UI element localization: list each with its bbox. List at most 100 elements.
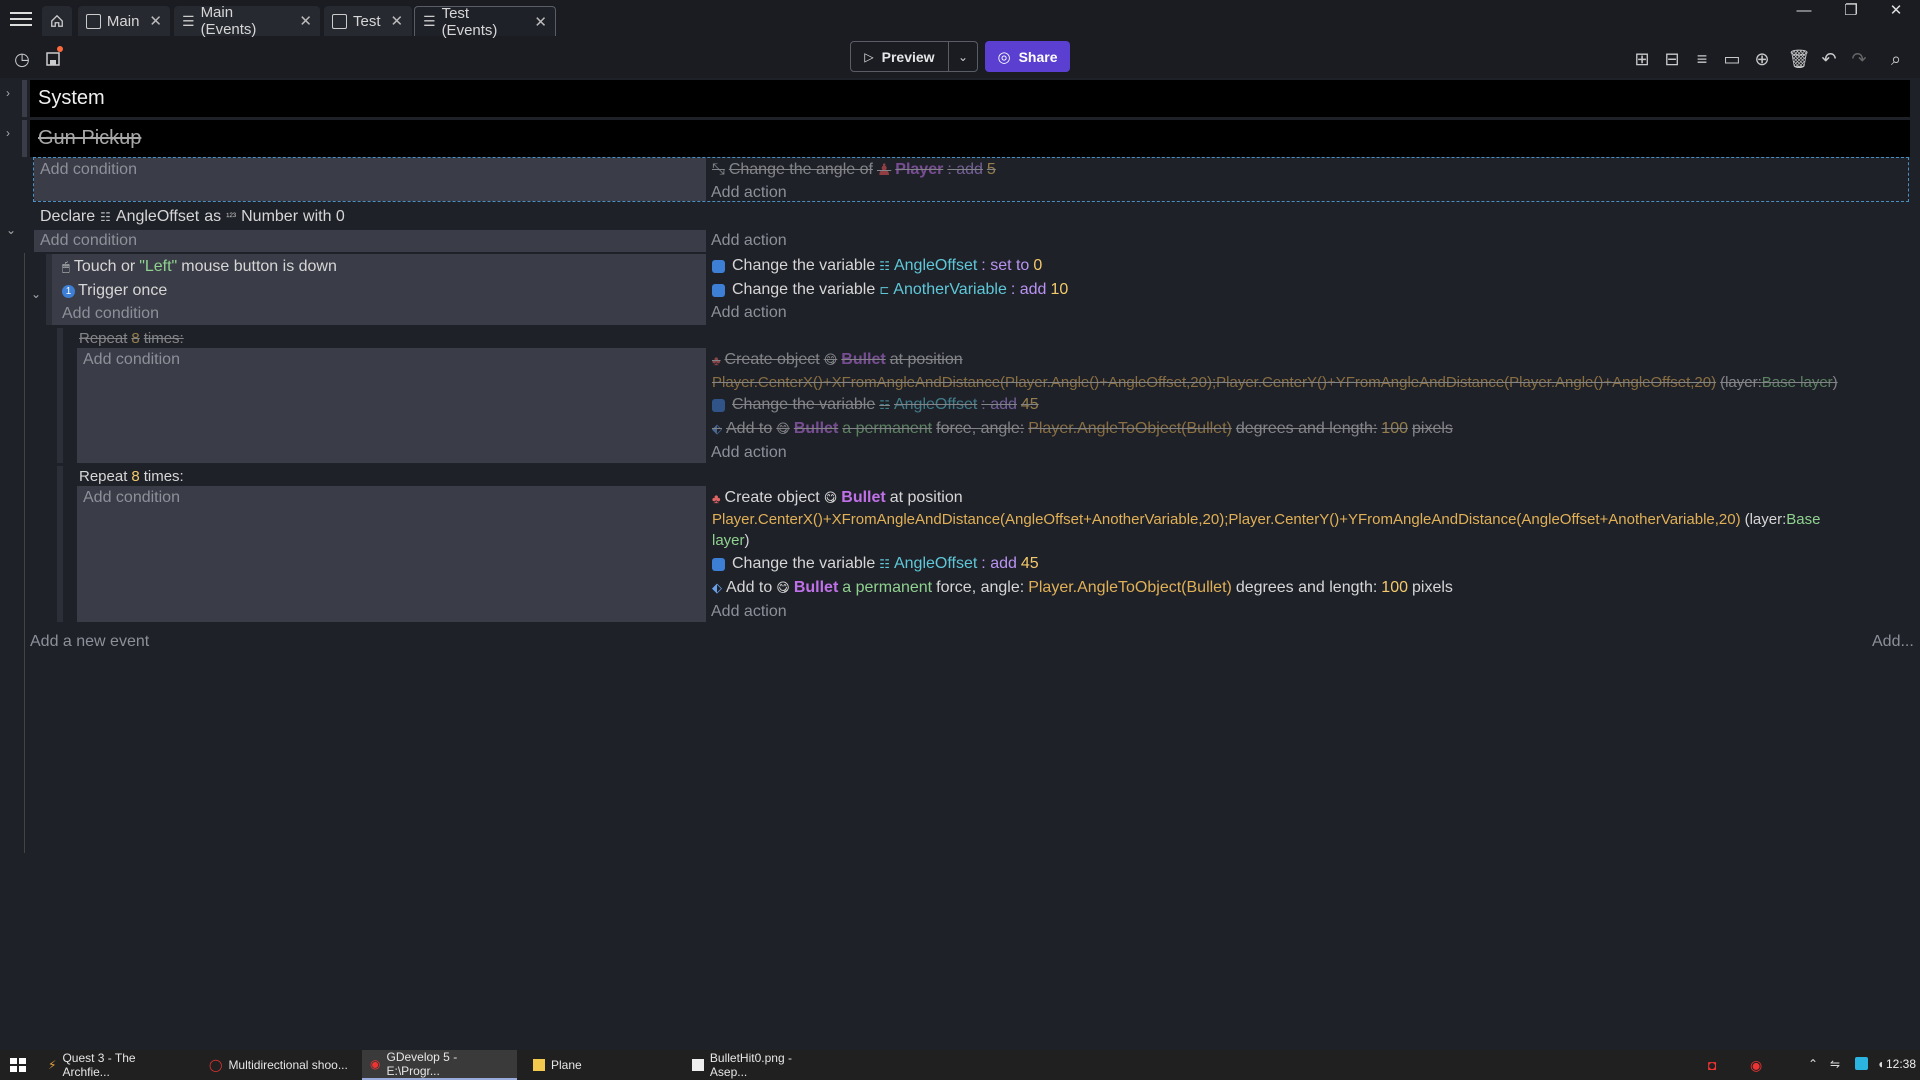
add-action-link[interactable]: Add action [711,183,787,203]
action-position-expression-cont[interactable]: layer ) [712,530,750,550]
layer-suffix: ) [744,531,750,549]
action-create-object[interactable]: ♣ Create object 😋 Bullet at position [712,488,963,508]
preview-main[interactable]: ▷ Preview [851,49,948,65]
tray-gdevelop-icon[interactable]: ◉ [1750,1057,1762,1074]
add-event-icon[interactable]: ⊞ [1629,46,1655,72]
taskbar-item[interactable]: ⚡ Quest 3 - The Archfie... [40,1050,192,1080]
group-header-gun-pickup[interactable]: Gun Pickup [30,120,1910,157]
variable-action-icon [712,283,725,297]
add-action-link[interactable]: Add action [711,443,787,463]
action-add-force[interactable]: ⬖ Add to 😋 Bullet a permanent force, ang… [712,419,1453,439]
collapse-chevron-icon[interactable]: › [6,86,10,100]
action-create-object[interactable]: ♣ Create object 😋 Bullet at position [712,350,963,370]
history-icon[interactable]: ◷ [9,46,35,72]
add-condition-link[interactable]: Add condition [40,231,137,251]
add-action-link[interactable]: Add action [711,602,787,622]
preview-dropdown-chevron-icon[interactable]: ⌄ [948,42,977,71]
preview-button[interactable]: ▷ Preview ⌄ [850,41,978,72]
repeat-header[interactable]: Repeat 8 times: [79,466,184,486]
action-text: force, angle: [936,420,1025,437]
repeat-header-disabled[interactable]: Repeat 8 times: [79,328,184,348]
save-icon[interactable] [40,46,66,72]
force-type: a permanent [842,579,933,596]
tab-label: Main (Events) [200,4,257,38]
windows-start-icon[interactable] [10,1058,26,1072]
tab-main[interactable]: Main ✕ [78,6,170,36]
close-icon[interactable]: ✕ [299,12,312,30]
object-name: Bullet [793,579,839,596]
close-icon[interactable]: ✕ [391,12,404,30]
repeat-count: 8 [131,329,140,347]
collapse-chevron-down-icon[interactable]: ⌄ [6,223,16,237]
action-text: Change the variable [732,281,876,298]
add-subevent-icon[interactable]: ⊟ [1659,46,1685,72]
collapse-chevron-down-icon[interactable]: ⌄ [31,287,41,301]
layer-name: Base layer [1761,373,1833,391]
add-action-link[interactable]: Add action [711,303,787,323]
window-close-icon[interactable]: ✕ [1876,0,1916,24]
tab-label: Main [106,12,140,30]
add-more-icon[interactable]: ⊕ [1749,46,1775,72]
variable-action-icon [712,259,725,273]
play-icon: ▷ [864,49,874,64]
action-text: degrees and length: [1235,579,1378,596]
declare-variable[interactable]: Declare ☷ AngleOffset as ¹²³ Number with… [40,207,345,227]
restore-icon[interactable]: ❐ [1831,0,1871,24]
player-sprite-icon: ♟ [876,162,892,179]
add-action-link[interactable]: Add action [711,231,787,251]
tab-main-events[interactable]: ☰ Main (Events) ✕ [174,4,320,38]
action-text: Change the variable [732,257,876,274]
browser-icon: ◯ [209,1058,223,1072]
tab-test-events[interactable]: ☰ Test (Events) ✕ [414,5,556,39]
hamburger-menu-icon[interactable] [10,10,32,28]
close-icon[interactable]: ✕ [534,13,547,31]
action-add-force[interactable]: ⬖ Add to 😋 Bullet a permanent force, ang… [712,578,1453,598]
taskbar-item-active[interactable]: ◉ GDevelop 5 - E:\Progr... [362,1050,517,1080]
action-position-expression[interactable]: Player.CenterX()+XFromAngleAndDistance(P… [712,372,1838,392]
action-text: Change the variable [732,555,876,572]
collapse-chevron-icon[interactable]: › [6,126,10,140]
action-set-variable[interactable]: Change the variable ☷ AngleOffset : set … [712,256,1042,276]
delete-icon[interactable]: 🗑 [1786,46,1812,72]
tray-app2-icon[interactable] [1855,1057,1868,1070]
share-label: Share [1018,48,1058,65]
tray-volume-icon[interactable]: ◖ [1877,1057,1884,1071]
condition-mouse-down[interactable]: 🖱 Touch or "Left" mouse button is down [62,257,337,277]
taskbar-item[interactable]: ◯ Multidirectional shoo... [201,1050,356,1080]
search-icon[interactable]: ⌕ [1883,46,1909,72]
tray-app-icon[interactable]: ◘ [1708,1057,1716,1073]
clock[interactable]: 12:38 [1886,1057,1916,1071]
action-change-angle[interactable]: ⤡ Change the angle of ♟ Player : add 5 [712,160,996,180]
taskbar-label: Multidirectional shoo... [228,1058,348,1072]
home-tab[interactable] [42,6,72,36]
add-condition-link[interactable]: Add condition [83,350,180,370]
bullet-sprite-icon: 😋 [823,490,838,505]
action-add-variable[interactable]: Change the variable ⊏ AnotherVariable : … [712,280,1068,300]
add-group-icon[interactable]: ≡ [1689,46,1715,72]
add-condition-link[interactable]: Add condition [83,488,180,508]
group-header-system[interactable]: System [30,80,1910,117]
mouse-icon: 🖱 [62,259,70,274]
add-more-link[interactable]: Add... [1872,632,1914,652]
tray-network-icon[interactable]: ⇋ [1830,1057,1840,1071]
action-add-variable[interactable]: Change the variable ☷ AngleOffset : add … [712,554,1039,574]
close-icon[interactable]: ✕ [149,12,162,30]
minimize-icon[interactable]: — [1784,0,1824,24]
folder-icon [533,1059,545,1071]
tray-chevron-up-icon[interactable]: ⌃ [1808,1057,1818,1071]
action-position-expression[interactable]: Player.CenterX()+XFromAngleAndDistance(A… [712,509,1820,529]
share-button[interactable]: ◎ Share [985,41,1070,72]
add-condition-link[interactable]: Add condition [62,304,159,324]
tab-test[interactable]: Test ✕ [324,6,412,36]
redo-icon[interactable]: ↷ [1846,46,1872,72]
add-new-event-link[interactable]: Add a new event [30,632,149,652]
action-add-variable[interactable]: Change the variable ☷ AngleOffset : add … [712,395,1039,415]
taskbar-item[interactable]: BulletHit0.png - Asep... [684,1050,839,1080]
condition-trigger-once[interactable]: 1 Trigger once [62,281,167,301]
taskbar-item[interactable]: Plane [525,1050,677,1080]
add-comment-icon[interactable]: ▭ [1719,46,1745,72]
add-condition-link[interactable]: Add condition [40,160,137,180]
undo-icon[interactable]: ↶ [1816,46,1842,72]
expression: Player.CenterX()+XFromAngleAndDistance(A… [712,510,1741,528]
declare-as: as [204,208,222,225]
